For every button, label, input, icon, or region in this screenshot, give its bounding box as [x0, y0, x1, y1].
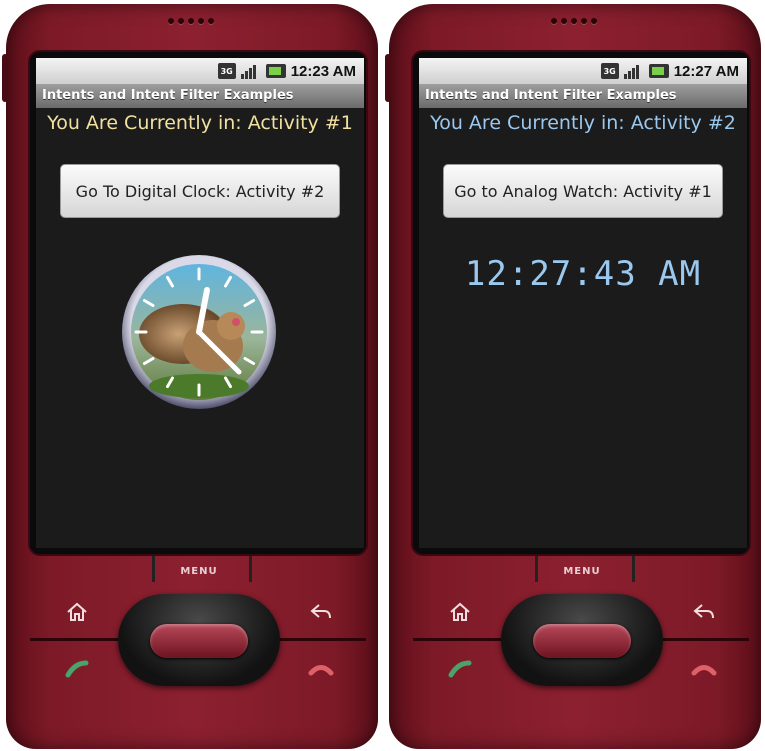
signal-icon	[623, 63, 644, 79]
activity-label: You Are Currently in: Activity #2	[430, 112, 736, 134]
status-bar: 3G 12:23 AM	[36, 58, 364, 84]
earpiece-speaker	[168, 18, 214, 24]
end-call-icon[interactable]	[689, 654, 719, 684]
back-icon[interactable]	[306, 597, 336, 627]
call-icon[interactable]	[62, 654, 92, 684]
home-icon[interactable]	[62, 597, 92, 627]
signal-icon	[240, 63, 261, 79]
trackball[interactable]	[533, 624, 631, 658]
status-time: 12:23 AM	[290, 62, 356, 80]
battery-icon	[648, 64, 669, 78]
go-to-analog-watch-button[interactable]: Go to Analog Watch: Activity #1	[443, 164, 723, 218]
activity-label: You Are Currently in: Activity #1	[47, 112, 353, 134]
analog-clock	[122, 255, 276, 409]
network-3g-icon: 3G	[600, 63, 619, 79]
status-time: 12:27 AM	[673, 62, 739, 80]
network-3g-icon: 3G	[217, 63, 236, 79]
screen: 3G 12:27 AM Intents and Intent Filter Ex…	[419, 58, 747, 548]
app-title-bar: Intents and Intent Filter Examples	[36, 84, 364, 108]
screen: 3G 12:23 AM Intents and Intent Filter Ex…	[36, 58, 364, 548]
earpiece-speaker	[551, 18, 597, 24]
menu-button[interactable]: MENU	[535, 566, 629, 577]
squirrel-head	[217, 312, 245, 340]
digital-clock: 12:27:43 AM	[464, 254, 702, 294]
side-notch	[385, 54, 391, 102]
app-title-bar: Intents and Intent Filter Examples	[419, 84, 747, 108]
status-bar: 3G 12:27 AM	[419, 58, 747, 84]
side-notch	[2, 54, 8, 102]
trackball[interactable]	[150, 624, 248, 658]
phone-left: 3G 12:23 AM Intents and Intent Filter Ex…	[0, 0, 382, 751]
back-icon[interactable]	[689, 597, 719, 627]
home-icon[interactable]	[445, 597, 475, 627]
phone-right: 3G 12:27 AM Intents and Intent Filter Ex…	[383, 0, 765, 751]
call-icon[interactable]	[445, 654, 475, 684]
go-to-digital-clock-button[interactable]: Go To Digital Clock: Activity #2	[60, 164, 340, 218]
end-call-icon[interactable]	[306, 654, 336, 684]
battery-icon	[265, 64, 286, 78]
menu-button[interactable]: MENU	[152, 566, 246, 577]
